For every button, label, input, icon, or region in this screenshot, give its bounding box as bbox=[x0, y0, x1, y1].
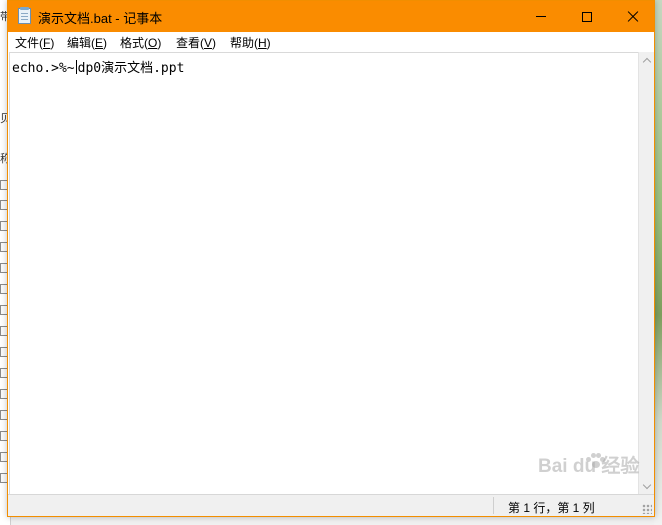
status-bar: 第 1 行，第 1 列 bbox=[8, 494, 654, 516]
menu-view[interactable]: 查看(V) bbox=[176, 34, 216, 51]
chevron-down-icon bbox=[642, 480, 652, 489]
menu-file[interactable]: 文件(F) bbox=[15, 34, 54, 51]
menu-label: 格式( bbox=[120, 36, 148, 50]
close-button[interactable] bbox=[610, 1, 656, 32]
editor-content[interactable]: echo.>%~ dp0演示文档.ppt bbox=[12, 57, 184, 76]
status-divider bbox=[493, 497, 494, 514]
menu-format[interactable]: 格式(O) bbox=[120, 34, 161, 51]
maximize-button[interactable] bbox=[564, 1, 610, 32]
menu-bar: 文件(F) 编辑(E) 格式(O) 查看(V) 帮助(H) bbox=[8, 32, 654, 52]
background-window-right bbox=[654, 0, 662, 525]
resize-grip-icon[interactable] bbox=[642, 504, 652, 514]
menu-label: ) bbox=[103, 36, 108, 50]
editor-text-after-caret: dp0演示文档.ppt bbox=[77, 61, 185, 76]
menu-accelerator: O bbox=[148, 36, 158, 50]
menu-accelerator: V bbox=[204, 36, 213, 50]
vertical-scrollbar[interactable] bbox=[638, 52, 654, 494]
cursor-position: 第 1 行，第 1 列 bbox=[508, 501, 595, 515]
minimize-icon bbox=[536, 16, 546, 17]
menu-accelerator: E bbox=[95, 36, 104, 50]
notepad-window: 演示文档.bat - 记事本 文件(F) 编辑(E) 格式(O) 查看(V) 帮… bbox=[7, 0, 655, 517]
window-title: 演示文档.bat - 记事本 bbox=[38, 11, 163, 26]
menu-label: ) bbox=[266, 36, 271, 50]
menu-label: ) bbox=[50, 36, 55, 50]
menu-help[interactable]: 帮助(H) bbox=[230, 34, 271, 51]
menu-label: ) bbox=[212, 36, 217, 50]
menu-accelerator: H bbox=[258, 36, 267, 50]
title-bar[interactable]: 演示文档.bat - 记事本 bbox=[8, 1, 654, 32]
paw-logo-icon bbox=[586, 453, 605, 469]
minimize-button[interactable] bbox=[518, 1, 564, 32]
maximize-icon bbox=[582, 11, 592, 22]
scroll-down-button[interactable] bbox=[639, 478, 655, 494]
chevron-up-icon bbox=[642, 57, 652, 66]
menu-label: 编辑( bbox=[67, 36, 95, 50]
close-icon bbox=[627, 11, 639, 23]
menu-label: ) bbox=[157, 36, 162, 50]
menu-label: 帮助( bbox=[230, 36, 258, 50]
menu-label: 文件( bbox=[15, 36, 43, 50]
notepad-icon bbox=[18, 7, 31, 24]
menu-label: 查看( bbox=[176, 36, 204, 50]
menu-edit[interactable]: 编辑(E) bbox=[67, 34, 107, 51]
editor-text-before-caret: echo.>%~ bbox=[12, 61, 75, 76]
text-caret bbox=[75, 60, 77, 74]
text-editor[interactable]: echo.>%~ dp0演示文档.ppt bbox=[9, 52, 638, 494]
scroll-up-button[interactable] bbox=[639, 52, 655, 68]
